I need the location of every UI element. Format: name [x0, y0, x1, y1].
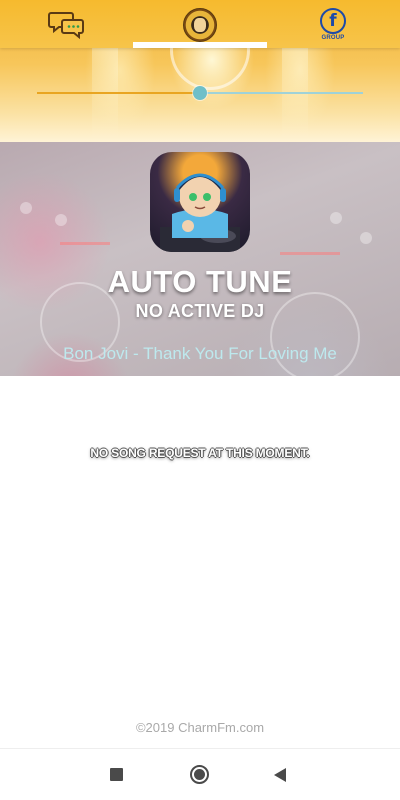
chat-bubbles-icon: [48, 12, 84, 40]
volume-slider-fill: [37, 92, 200, 94]
home-circle-icon: [190, 765, 209, 784]
loading-strip: [133, 42, 267, 48]
empty-requests-message: NO SONG REQUEST AT THIS MOMENT.: [90, 446, 310, 460]
facebook-group-label: GROUP: [321, 35, 345, 41]
home-button[interactable]: [188, 763, 212, 787]
mixer-knob-decor: [20, 202, 32, 214]
top-bar: f GROUP: [0, 0, 400, 48]
recents-button[interactable]: [105, 763, 129, 787]
system-nav-bar: [0, 748, 400, 800]
dj-avatar: [150, 152, 250, 252]
dj-character-image: [160, 173, 240, 252]
back-button[interactable]: [270, 763, 294, 787]
copyright-footer: ©2019 CharmFm.com: [135, 720, 265, 735]
station-logo[interactable]: [183, 8, 217, 42]
back-triangle-icon: [274, 768, 286, 782]
mixer-knob-decor: [330, 212, 342, 224]
volume-slider-thumb[interactable]: [193, 86, 207, 100]
square-icon: [110, 768, 123, 781]
now-playing-track: Bon Jovi - Thank You For Loving Me: [63, 344, 337, 363]
facebook-group-button[interactable]: f GROUP: [318, 8, 348, 46]
mixer-light-decor: [60, 242, 110, 245]
mixer-knob-decor: [55, 214, 67, 226]
facebook-icon: f: [320, 8, 346, 34]
mixer-light-decor: [280, 252, 340, 255]
dj-name: AUTO TUNE: [107, 264, 293, 299]
volume-slider[interactable]: [37, 86, 363, 100]
dj-status: NO ACTIVE DJ: [135, 301, 265, 321]
dj-panel: AUTO TUNE NO ACTIVE DJ Bon Jovi - Thank …: [0, 142, 400, 376]
chat-button[interactable]: [48, 10, 86, 40]
mixer-knob-decor: [360, 232, 372, 244]
